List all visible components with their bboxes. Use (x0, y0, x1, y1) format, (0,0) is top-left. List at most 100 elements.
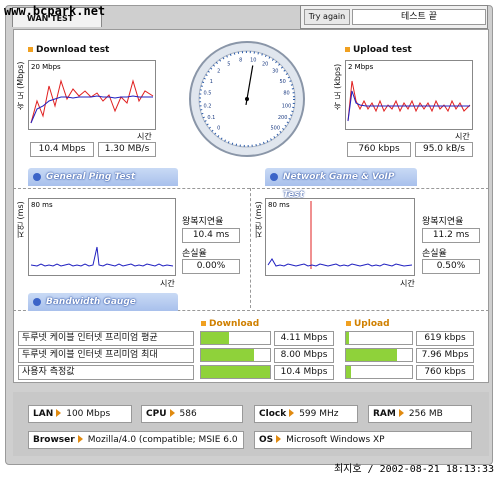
bullet-icon (201, 321, 206, 326)
download-bar-fill (201, 349, 255, 361)
upload-bar (345, 331, 413, 345)
gauge-tick-label: 100 (282, 103, 292, 109)
bandwidth-row-label: 사용자 측정값 (18, 365, 194, 380)
divider (250, 188, 251, 308)
bullet-icon (33, 298, 41, 306)
download-graph: 20 Mbps (28, 60, 156, 130)
upload-bar (345, 348, 413, 362)
download-bar (200, 331, 271, 345)
arrow-icon (56, 409, 62, 417)
try-again-button[interactable]: Try again (304, 9, 350, 25)
game-series (267, 258, 413, 267)
ping-rtt-label: 왕복지연율 (182, 217, 224, 227)
watermark: www.bcpark.net (4, 4, 106, 18)
upload-title: Upload test (345, 45, 412, 55)
download-mbs-value: 1.30 MB/s (98, 142, 156, 157)
ram-info: RAM 256 MB (368, 405, 472, 423)
gauge-tick-label: 8 (239, 57, 242, 63)
bandwidth-upload-header: Upload (346, 319, 390, 329)
gauge-tick-label: 500 (271, 125, 281, 131)
game-scale: 80 ms (268, 201, 290, 209)
upload-ylabel: 속 도 (kbps) (333, 63, 342, 110)
ping-series (30, 246, 174, 267)
game-loss-label: 손실율 (422, 249, 447, 259)
ping-scale: 80 ms (31, 201, 53, 209)
upload-scale: 2 Mbps (348, 63, 374, 71)
ping-loss-value: 0.00% (182, 259, 240, 274)
gauge-tick-label: 50 (279, 79, 285, 85)
arrow-icon (398, 409, 404, 417)
bullet-icon (346, 321, 351, 326)
bullet-icon (270, 173, 278, 181)
game-rtt-value: 11.2 ms (422, 228, 480, 243)
arrow-icon (77, 435, 83, 443)
footer-signature: 최지호 / 2002-08-21 18:13:33 (333, 464, 494, 475)
ping-ylabel: 지연 (ms) (16, 201, 25, 238)
gauge-tick-label: 0.1 (207, 115, 215, 121)
game-graph: 80 ms (265, 198, 415, 276)
upload-series-blue (347, 90, 470, 122)
bandwidth-download-header: Download (201, 319, 259, 329)
gauge-tick-label: 2 (217, 69, 220, 75)
bullet-icon (33, 173, 41, 181)
gauge-tick-label: 30 (272, 69, 278, 75)
arrow-icon (169, 409, 175, 417)
gauge-tick-label: 0 (217, 125, 220, 131)
upload-bar-fill (346, 366, 351, 378)
ping-graph-plot: 80 ms (30, 201, 174, 267)
lan-info: LAN 100 Mbps (28, 405, 132, 423)
download-value: 8.00 Mbps (274, 348, 334, 363)
browser-info: Browser Mozilla/4.0 (compatible; MSIE 6.0 (28, 431, 244, 449)
ping-graph: 80 ms (28, 198, 176, 276)
upload-kbps-value: 760 kbps (347, 142, 411, 157)
gauge-hub (245, 97, 249, 101)
upload-value: 760 kbps (416, 365, 474, 380)
download-scale: 20 Mbps (31, 63, 61, 71)
upload-kbs-value: 95.0 kB/s (415, 142, 473, 157)
bullet-icon (345, 47, 350, 52)
tab-network-game[interactable]: Network Game & VoIP Test (265, 168, 417, 200)
game-rtt-label: 왕복지연율 (422, 217, 464, 227)
speed-gauge-dial: 00.1 0.2 0.5 12 5 8 10 20 3050 80 100 200 500 (189, 41, 305, 157)
upload-series-red (347, 80, 471, 122)
ping-xlabel: 시간 (160, 279, 175, 288)
download-bar-fill (201, 366, 270, 378)
bullet-icon (28, 47, 33, 52)
game-loss-value: 0.50% (422, 259, 480, 274)
gauge-tick-label: 1 (210, 79, 213, 85)
download-title: Download test (28, 45, 109, 55)
upload-bar (345, 365, 413, 379)
upload-graph-plot: 2 Mbps (347, 63, 471, 122)
game-graph-plot: 80 ms (267, 201, 413, 269)
tab-general-ping[interactable]: General Ping Test (28, 168, 178, 186)
os-info: OS Microsoft Windows XP (254, 431, 472, 449)
upload-bar-fill (346, 349, 398, 361)
clock-info: Clock 599 MHz (254, 405, 358, 423)
gauge-tick-label: 80 (283, 91, 289, 97)
gauge-tick-label: 0.5 (204, 91, 212, 97)
upload-value: 619 kbps (416, 331, 474, 346)
status-display: 테스트 끝 (352, 9, 486, 25)
download-xlabel: 시간 (137, 132, 152, 141)
download-value: 10.4 Mbps (274, 365, 334, 380)
ping-loss-label: 손실율 (182, 249, 207, 259)
cpu-info: CPU 586 (141, 405, 243, 423)
download-graph-plot: 20 Mbps (30, 63, 154, 124)
gauge-tick-label: 20 (262, 61, 268, 67)
download-bar-fill (201, 332, 229, 344)
upload-xlabel: 시간 (455, 132, 470, 141)
game-xlabel: 시간 (400, 279, 415, 288)
upload-graph: 2 Mbps (345, 60, 473, 130)
speed-gauge: 0 0.1 0.2 0.5 1 2 5 8 10 20 30 50 80 100 200 500 (188, 40, 306, 158)
gauge-tick-label: 0.2 (204, 103, 212, 109)
download-bar (200, 365, 271, 379)
download-series-blue (30, 95, 153, 124)
download-series-red (30, 79, 154, 124)
arrow-icon (276, 435, 282, 443)
tab-bandwidth-gauge[interactable]: Bandwidth Gauge (28, 293, 178, 311)
download-value: 4.11 Mbps (274, 331, 334, 346)
bandwidth-row-label: 두루넷 케이블 인터넷 프리미엄 최대 (18, 348, 194, 363)
gauge-tick-label: 5 (227, 61, 230, 67)
gauge-tick-label: 10 (250, 57, 256, 63)
bandwidth-row-label: 두루넷 케이블 인터넷 프리미엄 평균 (18, 331, 194, 346)
